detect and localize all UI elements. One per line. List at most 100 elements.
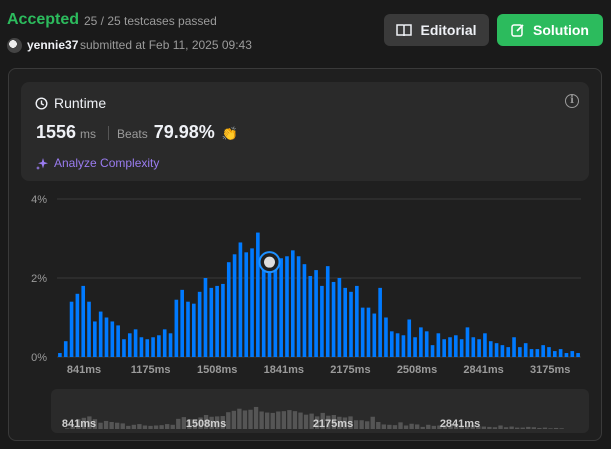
- chart-bar: [238, 242, 243, 357]
- navigator-tick-label: 2175ms: [313, 418, 353, 430]
- navigator-bar: [303, 414, 309, 429]
- navigator-bar: [253, 406, 259, 429]
- x-tick-label: 2508ms: [397, 364, 437, 376]
- navigator-bar: [503, 427, 509, 429]
- chart-bar: [436, 333, 441, 357]
- navigator-bar: [365, 421, 370, 429]
- chart-bar: [244, 252, 249, 357]
- chart-bar: [314, 270, 318, 357]
- chart-bar: [395, 333, 400, 357]
- chart-bar: [98, 311, 103, 357]
- navigator-bar: [370, 416, 375, 429]
- analyze-complexity-link[interactable]: Analyze Complexity: [36, 156, 159, 170]
- chart-bar: [541, 345, 545, 357]
- chart-bar: [215, 285, 219, 357]
- chart-bar: [290, 250, 295, 357]
- navigator-bar: [431, 425, 437, 429]
- sparkle-icon: [36, 157, 48, 170]
- navigator-bar: [553, 427, 559, 429]
- chart-bar: [558, 349, 563, 357]
- x-tick-label: 3175ms: [530, 364, 570, 376]
- chart-bar: [168, 333, 173, 357]
- chart-bar: [523, 343, 528, 357]
- chart-bar: [459, 339, 464, 357]
- navigator-bar: [526, 426, 531, 429]
- username-link[interactable]: yennie37: [27, 38, 78, 52]
- chart-bar: [401, 335, 406, 357]
- chart-bar: [122, 339, 126, 357]
- chart-bar: [331, 281, 336, 357]
- avatar[interactable]: [7, 38, 22, 53]
- chart-bar: [58, 353, 62, 357]
- navigator-bar: [520, 427, 525, 429]
- chart-bar: [75, 293, 80, 357]
- runtime-label: Runtime: [54, 95, 107, 111]
- navigator-bar: [515, 427, 520, 429]
- navigator-bar: [481, 426, 487, 429]
- chart-bar: [424, 331, 429, 357]
- chart-bar: [139, 337, 144, 357]
- solution-button[interactable]: Solution: [497, 14, 603, 46]
- navigator-tick-label: 841ms: [62, 418, 96, 430]
- result-panel: Runtime i 1556 ms Beats 79.98% 👏 Analyze…: [8, 68, 602, 441]
- analyze-label: Analyze Complexity: [54, 156, 160, 170]
- chart-bar: [389, 331, 394, 357]
- navigator-bar: [420, 426, 425, 429]
- editorial-button[interactable]: Editorial: [384, 14, 489, 46]
- navigator-bar: [287, 410, 292, 429]
- chart-bar: [197, 291, 202, 357]
- chart-bar: [471, 337, 476, 357]
- chart-bar: [256, 232, 260, 357]
- clock-icon: [35, 96, 48, 110]
- chart-bar: [87, 301, 91, 357]
- chart-bar: [63, 341, 68, 357]
- chart-bar: [127, 333, 132, 357]
- navigator-bar: [531, 427, 537, 429]
- chart-bar: [145, 339, 150, 357]
- x-tick-label: 2841ms: [463, 364, 503, 376]
- navigator-bar: [398, 422, 403, 429]
- chart-bar: [506, 347, 511, 357]
- chart-bar: [180, 289, 184, 357]
- x-tick-label: 841ms: [67, 364, 101, 376]
- chart-bar: [419, 327, 423, 357]
- divider: [108, 125, 110, 140]
- chart-bar: [267, 264, 272, 357]
- navigator-svg: 841ms 1508ms 2175ms 2841ms: [62, 406, 564, 430]
- runtime-card[interactable]: Runtime i 1556 ms Beats 79.98% 👏 Analyze…: [21, 82, 589, 181]
- chart-bar: [448, 337, 452, 357]
- navigator-bar: [242, 410, 248, 429]
- submitted-time: submitted at Feb 11, 2025 09:43: [80, 38, 252, 52]
- chart-bar: [570, 351, 575, 357]
- chart-bar: [232, 254, 237, 357]
- chart-bar: [221, 283, 225, 357]
- chart-bar: [494, 343, 499, 357]
- navigator-tick-label: 2841ms: [440, 418, 480, 430]
- chart-bar: [430, 345, 435, 357]
- navigator-bar: [487, 426, 492, 429]
- chart-bar: [477, 339, 481, 357]
- chart-bar: [273, 266, 278, 357]
- navigator-bar: [392, 425, 398, 429]
- chart-bar: [564, 353, 569, 357]
- chart-bar: [378, 287, 382, 357]
- navigator-bar: [103, 420, 109, 429]
- chart-bar: [413, 337, 417, 357]
- chart-bar: [372, 313, 377, 357]
- beats-label: Beats: [117, 127, 148, 141]
- navigator-bar: [176, 418, 181, 429]
- chart-bar: [320, 285, 324, 357]
- runtime-distribution-chart[interactable]: 4% 2% 0% 841ms 1175ms 1508ms 1841ms 2175ms 2508m…: [9, 187, 603, 387]
- chart-bar: [535, 349, 540, 357]
- navigator-bar: [281, 411, 287, 429]
- navigator-bar: [153, 425, 159, 429]
- chart-navigator[interactable]: 841ms 1508ms 2175ms 2841ms: [51, 389, 589, 433]
- x-tick-label: 1508ms: [197, 364, 237, 376]
- navigator-bar: [237, 408, 242, 429]
- navigator-bar: [109, 422, 114, 429]
- chart-bar: [343, 287, 348, 357]
- marker-avatar-icon: [264, 256, 276, 268]
- info-icon[interactable]: i: [565, 94, 579, 108]
- chart-bar: [442, 339, 446, 357]
- chart-bar: [203, 278, 208, 357]
